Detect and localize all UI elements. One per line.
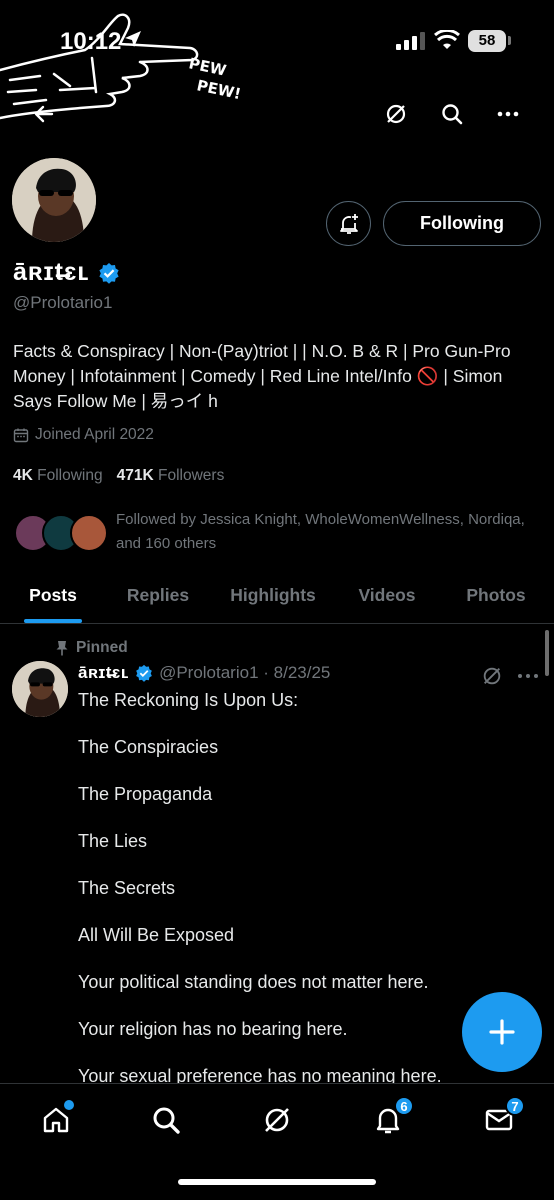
post-line: Your political standing does not matter …	[78, 972, 429, 992]
cellular-signal-icon	[396, 32, 425, 50]
tab-photos[interactable]: Photos	[438, 567, 554, 623]
battery-indicator: 58	[468, 30, 506, 52]
followed-by[interactable]: Followed by Jessica Knight, WholeWomenWe…	[14, 508, 544, 558]
profile-name-row: ā̄ʀɪt̶ɛʟ	[13, 258, 120, 287]
nav-notifications[interactable]: 6	[368, 1096, 414, 1140]
bell-plus-icon	[339, 213, 358, 234]
post-author-name[interactable]: ā̄ʀɪt̶ɛʟ	[78, 663, 129, 683]
home-indicator[interactable]	[178, 1179, 376, 1185]
follower-avatar	[70, 514, 108, 552]
plus-icon	[489, 1019, 515, 1045]
more-button[interactable]	[490, 96, 526, 132]
grok-icon	[265, 1108, 289, 1132]
active-tab-indicator	[24, 619, 82, 623]
avatar[interactable]	[12, 158, 96, 242]
following-button[interactable]: Following	[383, 201, 541, 246]
back-button[interactable]	[26, 96, 62, 132]
messages-badge: 7	[505, 1096, 525, 1116]
search-icon	[442, 104, 463, 125]
pinned-label: Pinned	[76, 639, 128, 656]
post-line: The Reckoning Is Upon Us:	[78, 690, 299, 710]
grok-button[interactable]	[378, 96, 414, 132]
profile-tabs: Posts Replies Highlights Videos Photos	[0, 567, 554, 624]
tab-label: Highlights	[230, 584, 316, 605]
more-icon[interactable]	[516, 665, 540, 687]
nav-home[interactable]	[36, 1100, 76, 1140]
tab-label: Replies	[126, 584, 190, 605]
joined-label: Joined April 2022	[35, 426, 154, 443]
tab-label: Videos	[358, 584, 416, 605]
calendar-icon	[13, 428, 29, 443]
following-count: 4K	[13, 467, 33, 484]
tab-posts[interactable]: Posts	[0, 567, 106, 623]
post-line: Your religion has no bearing here.	[78, 1019, 348, 1039]
post-line: All Will Be Exposed	[78, 925, 235, 945]
post-line: The Lies	[78, 831, 148, 851]
verified-icon	[136, 664, 152, 682]
tab-highlights[interactable]: Highlights	[210, 567, 336, 623]
post-line: The Propaganda	[78, 784, 213, 804]
pin-icon	[56, 641, 68, 656]
nav-search[interactable]	[146, 1100, 186, 1140]
followers-count: 471K	[116, 467, 154, 484]
profile-bio: Facts & Conspiracy | Non-(Pay)triot | | …	[13, 341, 511, 411]
followed-by-text: Followed by Jessica Knight, WholeWomenWe…	[116, 511, 525, 552]
notifications-badge: 6	[394, 1096, 414, 1116]
tab-videos[interactable]: Videos	[336, 567, 438, 623]
wifi-icon	[434, 30, 460, 49]
tab-label: Posts	[29, 584, 77, 605]
battery-cap	[508, 36, 511, 45]
back-arrow-icon	[34, 105, 54, 123]
banner-text-2: PEW!	[195, 76, 242, 103]
search-button[interactable]	[434, 96, 470, 132]
home-unread-dot	[64, 1100, 74, 1110]
post-avatar[interactable]	[12, 661, 68, 717]
following-label: Following	[37, 467, 103, 484]
post-line: The Conspiracies	[78, 737, 219, 757]
verified-icon[interactable]	[98, 262, 120, 284]
grok-icon[interactable]	[481, 665, 503, 687]
post-line: Your sexual preference has no meaning he…	[78, 1066, 442, 1085]
profile-name: ā̄ʀɪt̶ɛʟ	[13, 258, 90, 286]
followers-label: Followers	[158, 467, 225, 484]
post-line: The Secrets	[78, 878, 176, 898]
follow-counts: 4K Following 471K Followers	[13, 467, 224, 485]
post-meta: @Prolotario1 · 8/23/25	[159, 663, 331, 682]
more-icon	[497, 111, 519, 117]
followers-count-link[interactable]: 471K Followers	[117, 467, 225, 485]
post-header: ā̄ʀɪt̶ɛʟ @Prolotario1 · 8/23/25	[78, 663, 330, 683]
tab-replies[interactable]: Replies	[106, 567, 210, 623]
pinned-indicator: Pinned	[56, 639, 128, 657]
nav-grok[interactable]	[257, 1100, 297, 1140]
post-body: The Reckoning Is Upon Us: The Conspiraci…	[78, 689, 508, 1085]
search-icon	[153, 1107, 180, 1134]
grok-icon	[386, 104, 406, 124]
banner-text-1: PEW	[187, 54, 228, 80]
post-avatar-image	[12, 661, 68, 717]
nav-messages[interactable]: 7	[479, 1096, 525, 1140]
following-count-link[interactable]: 4K Following	[13, 467, 103, 485]
compose-button[interactable]	[462, 992, 542, 1072]
scrollbar[interactable]	[545, 630, 549, 676]
notifications-subscribe-button[interactable]	[326, 201, 371, 246]
profile-handle: @Prolotario1	[13, 293, 113, 312]
tab-label: Photos	[466, 584, 526, 605]
avatar-image	[12, 158, 96, 242]
joined-date: Joined April 2022	[13, 426, 154, 444]
